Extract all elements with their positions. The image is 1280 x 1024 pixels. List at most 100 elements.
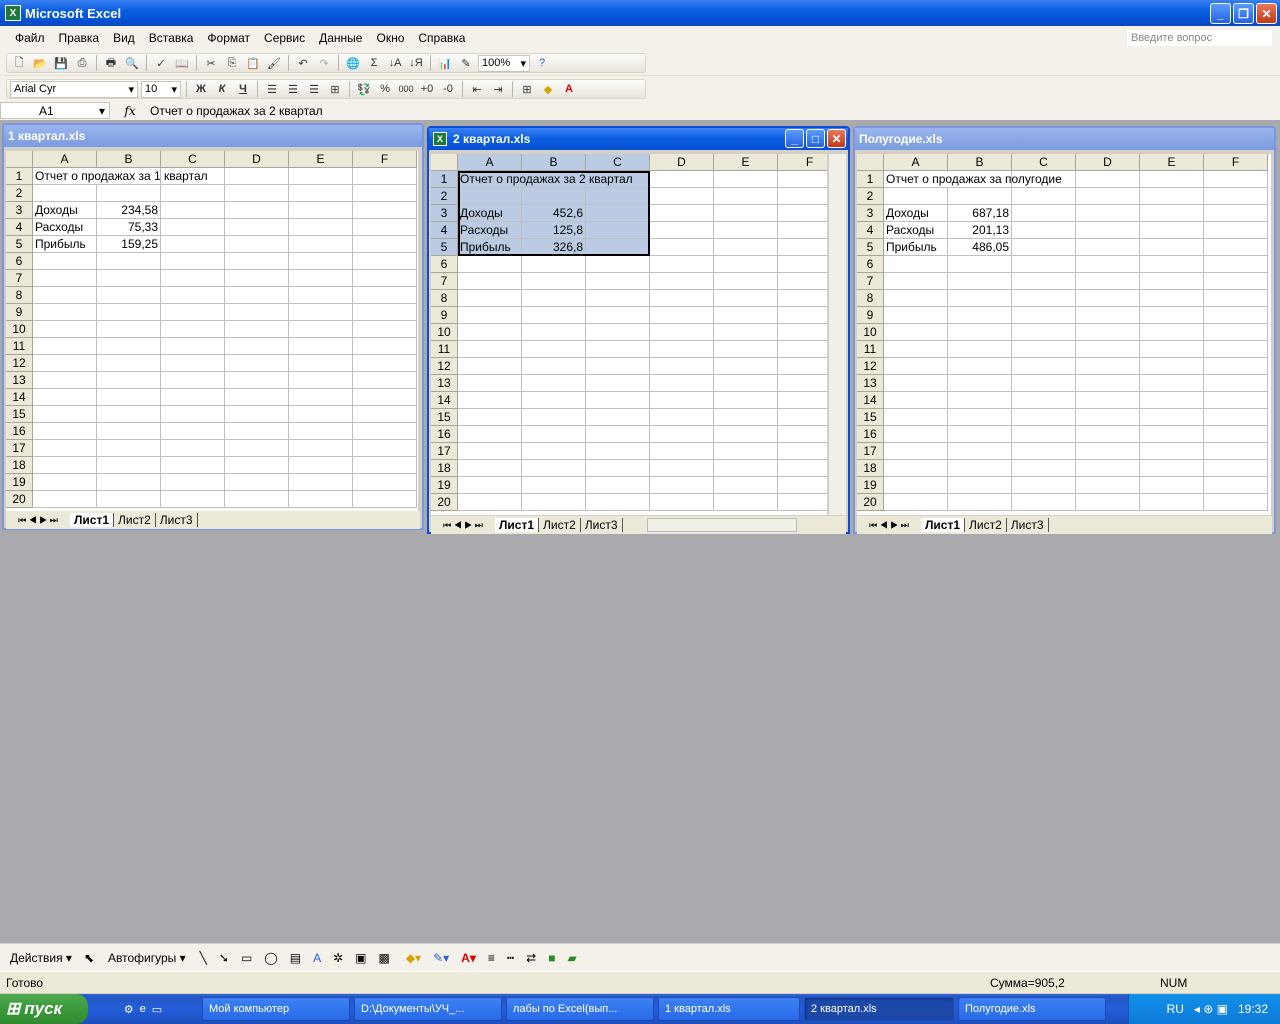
cell[interactable] bbox=[948, 273, 1012, 290]
cell[interactable] bbox=[778, 443, 827, 460]
currency-icon[interactable]: 💱 bbox=[355, 80, 373, 98]
cell[interactable] bbox=[650, 171, 714, 188]
cell[interactable] bbox=[1012, 375, 1076, 392]
sheet-tab-1[interactable]: Лист1 bbox=[921, 518, 966, 532]
cell[interactable] bbox=[1012, 409, 1076, 426]
diagram-icon[interactable]: ✲ bbox=[333, 951, 343, 965]
cell[interactable] bbox=[586, 460, 650, 477]
cell[interactable] bbox=[225, 355, 289, 372]
picture-icon[interactable]: ▩ bbox=[378, 951, 389, 965]
cell[interactable] bbox=[650, 494, 714, 511]
cell[interactable]: Отчет о продажах за 1 квартал bbox=[33, 168, 225, 185]
cell[interactable]: 125,8 bbox=[522, 222, 586, 239]
cell[interactable] bbox=[586, 392, 650, 409]
cell[interactable] bbox=[1204, 358, 1268, 375]
cell[interactable] bbox=[458, 324, 522, 341]
cell[interactable] bbox=[1204, 324, 1268, 341]
cell[interactable] bbox=[650, 460, 714, 477]
cell[interactable] bbox=[714, 443, 778, 460]
cell[interactable] bbox=[1076, 273, 1140, 290]
cell[interactable] bbox=[586, 239, 650, 256]
ie-icon[interactable]: e bbox=[140, 1003, 146, 1016]
cell[interactable] bbox=[778, 239, 827, 256]
cell[interactable] bbox=[714, 460, 778, 477]
cell[interactable] bbox=[586, 443, 650, 460]
menu-window[interactable]: Окно bbox=[369, 31, 411, 45]
cell[interactable] bbox=[586, 188, 650, 205]
cell[interactable] bbox=[1140, 341, 1204, 358]
cell[interactable] bbox=[1012, 222, 1076, 239]
cell[interactable] bbox=[33, 440, 97, 457]
cell[interactable]: Прибыль bbox=[33, 236, 97, 253]
cell[interactable]: 159,25 bbox=[97, 236, 161, 253]
cell[interactable] bbox=[1012, 426, 1076, 443]
row-header[interactable]: 5 bbox=[857, 239, 884, 256]
cell[interactable] bbox=[225, 457, 289, 474]
cell[interactable] bbox=[161, 372, 225, 389]
cell[interactable] bbox=[778, 460, 827, 477]
sort-desc-icon[interactable]: ↓Я bbox=[407, 54, 425, 72]
cell[interactable] bbox=[353, 355, 417, 372]
cell[interactable] bbox=[884, 409, 948, 426]
row-header[interactable]: 16 bbox=[857, 426, 884, 443]
cell[interactable]: Доходы bbox=[33, 202, 97, 219]
sheet-nav-icons[interactable]: ⏮ ◀ ▶ ⏭ bbox=[431, 520, 495, 531]
cell[interactable] bbox=[353, 236, 417, 253]
row-header[interactable]: 14 bbox=[857, 392, 884, 409]
cell[interactable] bbox=[289, 406, 353, 423]
cell[interactable] bbox=[1140, 375, 1204, 392]
shadow-icon[interactable]: ■ bbox=[548, 951, 555, 965]
row-header[interactable]: 7 bbox=[857, 273, 884, 290]
hyperlink-icon[interactable]: 🌐 bbox=[344, 54, 362, 72]
cell[interactable] bbox=[161, 423, 225, 440]
cell[interactable] bbox=[289, 457, 353, 474]
cell[interactable] bbox=[1012, 460, 1076, 477]
cell[interactable] bbox=[97, 372, 161, 389]
cell[interactable] bbox=[458, 273, 522, 290]
row-header[interactable]: 10 bbox=[431, 324, 458, 341]
window-titlebar[interactable]: Полугодие.xls bbox=[855, 128, 1274, 150]
increase-indent-icon[interactable]: ⇥ bbox=[489, 80, 507, 98]
cell[interactable] bbox=[1140, 171, 1204, 188]
row-header[interactable]: 1 bbox=[431, 171, 458, 188]
cell[interactable] bbox=[1012, 392, 1076, 409]
cell[interactable] bbox=[714, 477, 778, 494]
row-header[interactable]: 13 bbox=[857, 375, 884, 392]
thousands-button[interactable]: 000 bbox=[397, 80, 415, 98]
wordart-icon[interactable]: A bbox=[313, 951, 321, 965]
cell[interactable] bbox=[33, 406, 97, 423]
cell[interactable] bbox=[97, 304, 161, 321]
column-header[interactable]: F bbox=[353, 151, 417, 168]
cell[interactable] bbox=[225, 474, 289, 491]
cell[interactable] bbox=[1204, 460, 1268, 477]
cell[interactable] bbox=[1204, 205, 1268, 222]
cell[interactable] bbox=[1204, 273, 1268, 290]
column-header[interactable]: E bbox=[289, 151, 353, 168]
cell[interactable] bbox=[1140, 324, 1204, 341]
cell[interactable] bbox=[586, 409, 650, 426]
cell[interactable] bbox=[884, 375, 948, 392]
3d-icon[interactable]: ▰ bbox=[567, 951, 576, 965]
cell[interactable] bbox=[1012, 273, 1076, 290]
row-header[interactable]: 14 bbox=[6, 389, 33, 406]
cell[interactable] bbox=[948, 188, 1012, 205]
cell[interactable] bbox=[33, 321, 97, 338]
cell[interactable] bbox=[289, 338, 353, 355]
cell[interactable] bbox=[161, 236, 225, 253]
row-header[interactable]: 16 bbox=[431, 426, 458, 443]
line-icon[interactable]: ╲ bbox=[200, 951, 207, 965]
cell[interactable]: 452,6 bbox=[522, 205, 586, 222]
cell[interactable] bbox=[353, 253, 417, 270]
column-header[interactable]: A bbox=[458, 154, 522, 171]
cell[interactable] bbox=[97, 491, 161, 508]
cell[interactable] bbox=[1140, 256, 1204, 273]
minimize-icon[interactable]: _ bbox=[1210, 3, 1231, 24]
cell[interactable] bbox=[289, 474, 353, 491]
line-style-icon[interactable]: ≡ bbox=[488, 951, 495, 965]
cell[interactable] bbox=[353, 304, 417, 321]
font-select[interactable]: Arial Cyr ▾ bbox=[10, 80, 138, 98]
cell[interactable] bbox=[1204, 290, 1268, 307]
cell[interactable]: Расходы bbox=[458, 222, 522, 239]
cell[interactable] bbox=[289, 168, 353, 185]
cell[interactable] bbox=[458, 188, 522, 205]
